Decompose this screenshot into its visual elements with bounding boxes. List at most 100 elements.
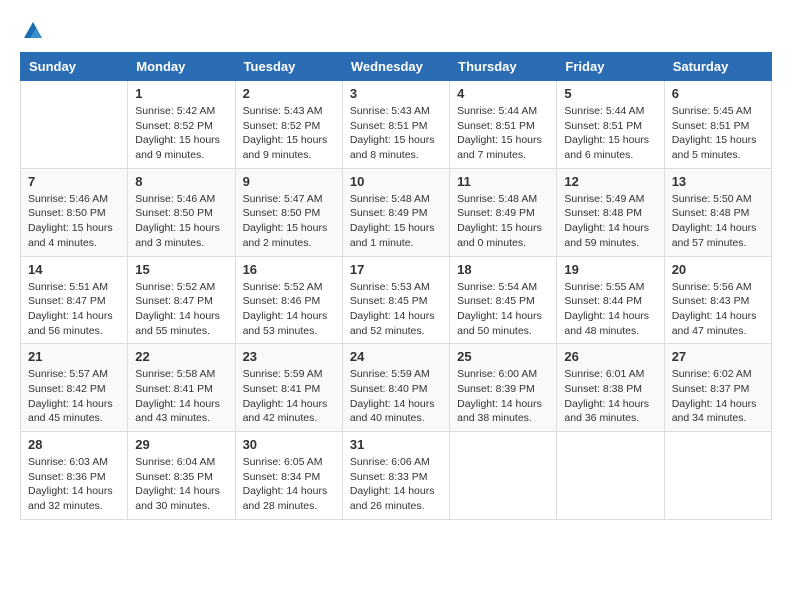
day-number: 11 [457, 174, 549, 189]
day-number: 16 [243, 262, 335, 277]
calendar-cell: 11 Sunrise: 5:48 AMSunset: 8:49 PMDayligh… [450, 168, 557, 256]
week-row-4: 21 Sunrise: 5:57 AMSunset: 8:42 PMDayligh… [21, 344, 772, 432]
calendar-cell: 17 Sunrise: 5:53 AMSunset: 8:45 PMDayligh… [342, 256, 449, 344]
day-number: 30 [243, 437, 335, 452]
day-number: 17 [350, 262, 442, 277]
day-number: 2 [243, 86, 335, 101]
day-number: 6 [672, 86, 764, 101]
day-info: Sunrise: 5:51 AMSunset: 8:47 PMDaylight:… [28, 280, 120, 339]
column-header-friday: Friday [557, 53, 664, 81]
day-number: 14 [28, 262, 120, 277]
calendar-cell [21, 81, 128, 169]
calendar-cell: 21 Sunrise: 5:57 AMSunset: 8:42 PMDayligh… [21, 344, 128, 432]
day-number: 3 [350, 86, 442, 101]
day-info: Sunrise: 5:52 AMSunset: 8:47 PMDaylight:… [135, 280, 227, 339]
calendar-cell: 5Sunrise: 5:44 AMSunset: 8:51 PMDaylight… [557, 81, 664, 169]
column-header-sunday: Sunday [21, 53, 128, 81]
day-number: 9 [243, 174, 335, 189]
day-info: Sunrise: 5:52 AMSunset: 8:46 PMDaylight:… [243, 280, 335, 339]
day-number: 18 [457, 262, 549, 277]
column-header-wednesday: Wednesday [342, 53, 449, 81]
calendar-cell [557, 432, 664, 520]
day-info: Sunrise: 5:48 AMSunset: 8:49 PMDaylight:… [350, 192, 442, 251]
calendar-cell: 12 Sunrise: 5:49 AMSunset: 8:48 PMDayligh… [557, 168, 664, 256]
column-header-tuesday: Tuesday [235, 53, 342, 81]
calendar-cell: 29Sunrise: 6:04 AMSunset: 8:35 PMDayligh… [128, 432, 235, 520]
logo-icon [22, 20, 44, 42]
day-number: 13 [672, 174, 764, 189]
calendar-cell: 6 Sunrise: 5:45 AMSunset: 8:51 PMDaylight… [664, 81, 771, 169]
day-info: Sunrise: 5:55 AMSunset: 8:44 PMDaylight:… [564, 280, 656, 339]
calendar-cell: 26Sunrise: 6:01 AMSunset: 8:38 PMDayligh… [557, 344, 664, 432]
calendar-cell: 7 Sunrise: 5:46 AMSunset: 8:50 PMDaylight… [21, 168, 128, 256]
day-number: 21 [28, 349, 120, 364]
column-header-monday: Monday [128, 53, 235, 81]
calendar-cell: 19 Sunrise: 5:55 AMSunset: 8:44 PMDayligh… [557, 256, 664, 344]
day-number: 20 [672, 262, 764, 277]
day-info: Sunrise: 6:00 AMSunset: 8:39 PMDaylight:… [457, 367, 549, 426]
week-row-1: 1 Sunrise: 5:42 AMSunset: 8:52 PMDaylight… [21, 81, 772, 169]
day-number: 4 [457, 86, 549, 101]
calendar-cell: 10 Sunrise: 5:48 AMSunset: 8:49 PMDayligh… [342, 168, 449, 256]
calendar-cell: 3Sunrise: 5:43 AMSunset: 8:51 PMDaylight… [342, 81, 449, 169]
week-row-3: 14 Sunrise: 5:51 AMSunset: 8:47 PMDayligh… [21, 256, 772, 344]
day-info: Sunrise: 5:53 AMSunset: 8:45 PMDaylight:… [350, 280, 442, 339]
calendar-cell [664, 432, 771, 520]
calendar-cell: 1 Sunrise: 5:42 AMSunset: 8:52 PMDaylight… [128, 81, 235, 169]
day-number: 5 [564, 86, 656, 101]
column-header-saturday: Saturday [664, 53, 771, 81]
day-info: Sunrise: 6:01 AMSunset: 8:38 PMDaylight:… [564, 367, 656, 426]
calendar-cell: 24 Sunrise: 5:59 AMSunset: 8:40 PMDayligh… [342, 344, 449, 432]
day-number: 25 [457, 349, 549, 364]
day-number: 10 [350, 174, 442, 189]
day-info: Sunrise: 5:46 AMSunset: 8:50 PMDaylight:… [28, 192, 120, 251]
calendar-cell: 13Sunrise: 5:50 AMSunset: 8:48 PMDayligh… [664, 168, 771, 256]
day-info: Sunrise: 5:58 AMSunset: 8:41 PMDaylight:… [135, 367, 227, 426]
day-number: 28 [28, 437, 120, 452]
calendar-cell: 14 Sunrise: 5:51 AMSunset: 8:47 PMDayligh… [21, 256, 128, 344]
day-info: Sunrise: 5:45 AMSunset: 8:51 PMDaylight:… [672, 104, 764, 163]
day-number: 31 [350, 437, 442, 452]
day-info: Sunrise: 6:06 AMSunset: 8:33 PMDaylight:… [350, 455, 442, 514]
day-info: Sunrise: 6:05 AMSunset: 8:34 PMDaylight:… [243, 455, 335, 514]
day-number: 24 [350, 349, 442, 364]
day-number: 7 [28, 174, 120, 189]
day-info: Sunrise: 5:48 AMSunset: 8:49 PMDaylight:… [457, 192, 549, 251]
day-info: Sunrise: 5:47 AMSunset: 8:50 PMDaylight:… [243, 192, 335, 251]
calendar-cell: 9 Sunrise: 5:47 AMSunset: 8:50 PMDaylight… [235, 168, 342, 256]
calendar-cell: 16 Sunrise: 5:52 AMSunset: 8:46 PMDayligh… [235, 256, 342, 344]
day-number: 15 [135, 262, 227, 277]
day-info: Sunrise: 5:42 AMSunset: 8:52 PMDaylight:… [135, 104, 227, 163]
day-info: Sunrise: 5:59 AMSunset: 8:40 PMDaylight:… [350, 367, 442, 426]
day-number: 19 [564, 262, 656, 277]
calendar-cell: 28 Sunrise: 6:03 AMSunset: 8:36 PMDayligh… [21, 432, 128, 520]
day-number: 12 [564, 174, 656, 189]
calendar-cell: 30 Sunrise: 6:05 AMSunset: 8:34 PMDayligh… [235, 432, 342, 520]
calendar-cell: 25 Sunrise: 6:00 AMSunset: 8:39 PMDayligh… [450, 344, 557, 432]
calendar-cell: 20Sunrise: 5:56 AMSunset: 8:43 PMDayligh… [664, 256, 771, 344]
calendar-cell: 2 Sunrise: 5:43 AMSunset: 8:52 PMDaylight… [235, 81, 342, 169]
day-number: 27 [672, 349, 764, 364]
calendar-cell: 18Sunrise: 5:54 AMSunset: 8:45 PMDayligh… [450, 256, 557, 344]
calendar-cell: 15 Sunrise: 5:52 AMSunset: 8:47 PMDayligh… [128, 256, 235, 344]
logo [20, 20, 44, 42]
week-row-5: 28 Sunrise: 6:03 AMSunset: 8:36 PMDayligh… [21, 432, 772, 520]
column-header-thursday: Thursday [450, 53, 557, 81]
day-info: Sunrise: 5:59 AMSunset: 8:41 PMDaylight:… [243, 367, 335, 426]
calendar-cell: 23 Sunrise: 5:59 AMSunset: 8:41 PMDayligh… [235, 344, 342, 432]
day-number: 1 [135, 86, 227, 101]
calendar-cell: 4Sunrise: 5:44 AMSunset: 8:51 PMDaylight… [450, 81, 557, 169]
header [20, 20, 772, 42]
day-info: Sunrise: 6:04 AMSunset: 8:35 PMDaylight:… [135, 455, 227, 514]
day-info: Sunrise: 5:57 AMSunset: 8:42 PMDaylight:… [28, 367, 120, 426]
calendar-cell: 31 Sunrise: 6:06 AMSunset: 8:33 PMDayligh… [342, 432, 449, 520]
day-info: Sunrise: 5:46 AMSunset: 8:50 PMDaylight:… [135, 192, 227, 251]
day-info: Sunrise: 6:03 AMSunset: 8:36 PMDaylight:… [28, 455, 120, 514]
calendar-cell: 8 Sunrise: 5:46 AMSunset: 8:50 PMDaylight… [128, 168, 235, 256]
day-number: 8 [135, 174, 227, 189]
week-row-2: 7 Sunrise: 5:46 AMSunset: 8:50 PMDaylight… [21, 168, 772, 256]
calendar-cell [450, 432, 557, 520]
day-info: Sunrise: 5:43 AMSunset: 8:52 PMDaylight:… [243, 104, 335, 163]
day-info: Sunrise: 5:49 AMSunset: 8:48 PMDaylight:… [564, 192, 656, 251]
day-number: 23 [243, 349, 335, 364]
